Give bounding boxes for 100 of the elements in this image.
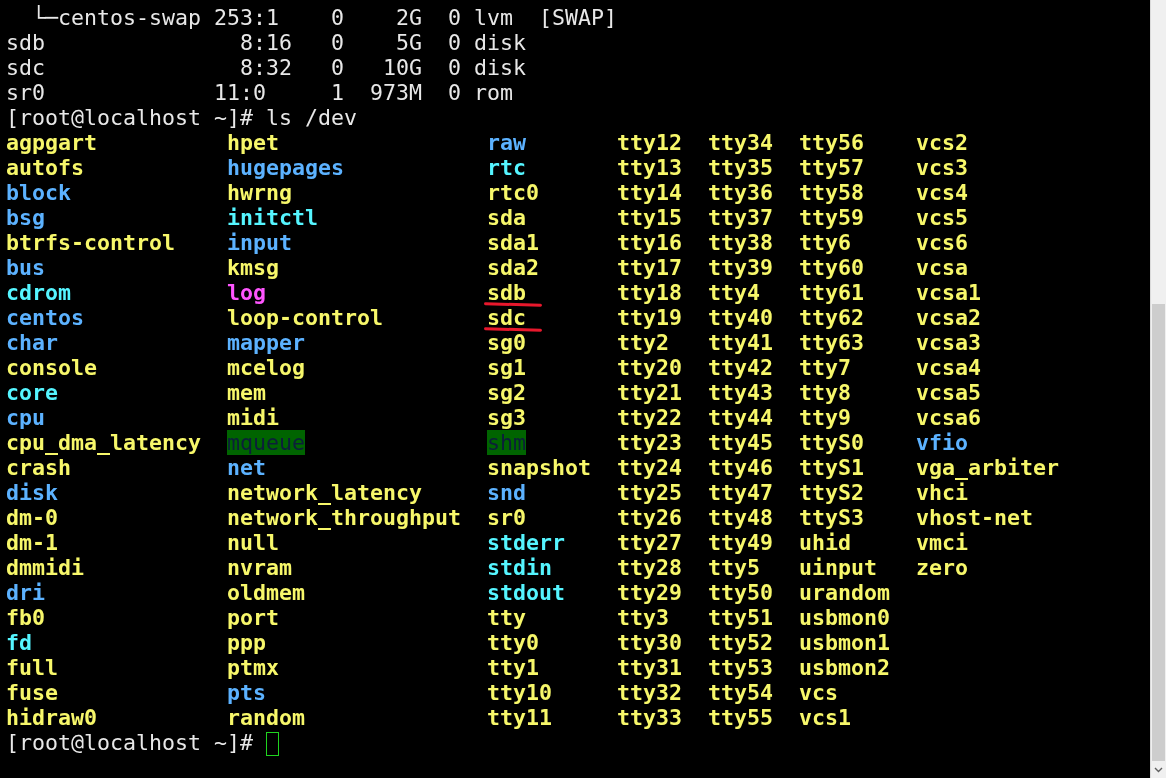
output-line: └─centos-swap 253:1 0 2G 0 lvm [SWAP] [31,5,618,30]
file-name: stdout [487,580,565,605]
file-name: usbmon2 [799,655,890,680]
command-line: [root@localhost ~]# ls /dev [6,105,357,130]
file-name: tty41 [708,330,773,355]
file-name: tty32 [617,680,682,705]
file-name: sg1 [487,355,526,380]
file-name: stderr [487,530,565,555]
file-name: network_throughput [227,505,461,530]
scroll-down-icon[interactable] [1154,766,1163,773]
file-name: mem [227,380,266,405]
file-name: tty27 [617,530,682,555]
file-name: dm-1 [6,530,58,555]
file-name: tty30 [617,630,682,655]
file-name: ttyS0 [799,430,864,455]
file-name: tty6 [799,230,851,255]
file-name: dmmidi [6,555,84,580]
file-name: vcs2 [916,130,968,155]
file-name: uhid [799,530,851,555]
file-name: sdb [487,280,526,305]
file-name: tty15 [617,205,682,230]
file-name: tty61 [799,280,864,305]
file-name: tty54 [708,680,773,705]
file-name: kmsg [227,255,279,280]
file-name: vcsa2 [916,305,981,330]
file-name: tty23 [617,430,682,455]
file-name: tty10 [487,680,552,705]
file-name: sg3 [487,405,526,430]
file-name: tty46 [708,455,773,480]
file-name: hugepages [227,155,344,180]
file-name: tty31 [617,655,682,680]
file-name: autofs [6,155,84,180]
file-name: rtc [487,155,526,180]
file-name: null [227,530,279,555]
file-name: tty16 [617,230,682,255]
file-name: tty34 [708,130,773,155]
file-name: tty5 [708,555,760,580]
file-name: tty7 [799,355,851,380]
file-name: dm-0 [6,505,58,530]
file-name: tty1 [487,655,539,680]
file-name: hwrng [227,180,292,205]
file-name: ppp [227,630,266,655]
file-name: dri [6,580,45,605]
file-name: tty37 [708,205,773,230]
file-name: network_latency [227,480,422,505]
file-name: tty36 [708,180,773,205]
file-name: tty9 [799,405,851,430]
file-name: cpu [6,405,45,430]
file-name: midi [227,405,279,430]
file-name: core [6,380,58,405]
prompt: [root@localhost ~]# [6,730,253,755]
file-name: loop-control [227,305,383,330]
file-name: tty55 [708,705,773,730]
file-name: ttyS2 [799,480,864,505]
file-name: tty2 [617,330,669,355]
file-name: tty33 [617,705,682,730]
file-name: raw [487,130,526,155]
file-name: vcs1 [799,705,851,730]
file-name: tty51 [708,605,773,630]
file-name: tty43 [708,380,773,405]
file-name: tty21 [617,380,682,405]
file-name: disk [6,480,58,505]
file-name: vcs5 [916,205,968,230]
file-name: mqueue [227,430,305,455]
file-name: sda2 [487,255,539,280]
file-name: fuse [6,680,58,705]
file-name: tty22 [617,405,682,430]
file-name: bsg [6,205,45,230]
file-name: usbmon1 [799,630,890,655]
file-name: vmci [916,530,968,555]
file-name: tty29 [617,580,682,605]
file-name: tty26 [617,505,682,530]
file-name: tty63 [799,330,864,355]
text-cursor [266,732,279,756]
file-name: snd [487,480,526,505]
file-name: tty53 [708,655,773,680]
file-name: tty48 [708,505,773,530]
file-name: centos [6,305,84,330]
file-name: fd [6,630,32,655]
file-name: tty44 [708,405,773,430]
scrollbar-thumb[interactable] [1152,304,1165,761]
file-name: tty24 [617,455,682,480]
file-name: cpu_dma_latency [6,430,201,455]
file-name: tty50 [708,580,773,605]
file-name: vcs [799,680,838,705]
file-name: tty40 [708,305,773,330]
file-name: vcsa5 [916,380,981,405]
file-name: tty35 [708,155,773,180]
file-name: net [227,455,266,480]
file-name: vcsa4 [916,355,981,380]
file-name: hidraw0 [6,705,97,730]
file-name: tty39 [708,255,773,280]
file-name: sda1 [487,230,539,255]
file-name: oldmem [227,580,305,605]
file-name: ttyS3 [799,505,864,530]
file-name: tty17 [617,255,682,280]
output-line: sr0 11:0 1 973M 0 rom [6,80,514,105]
output-line: sdb 8:16 0 5G 0 disk [6,30,527,55]
file-name: sdc [487,305,526,330]
file-name: nvram [227,555,292,580]
